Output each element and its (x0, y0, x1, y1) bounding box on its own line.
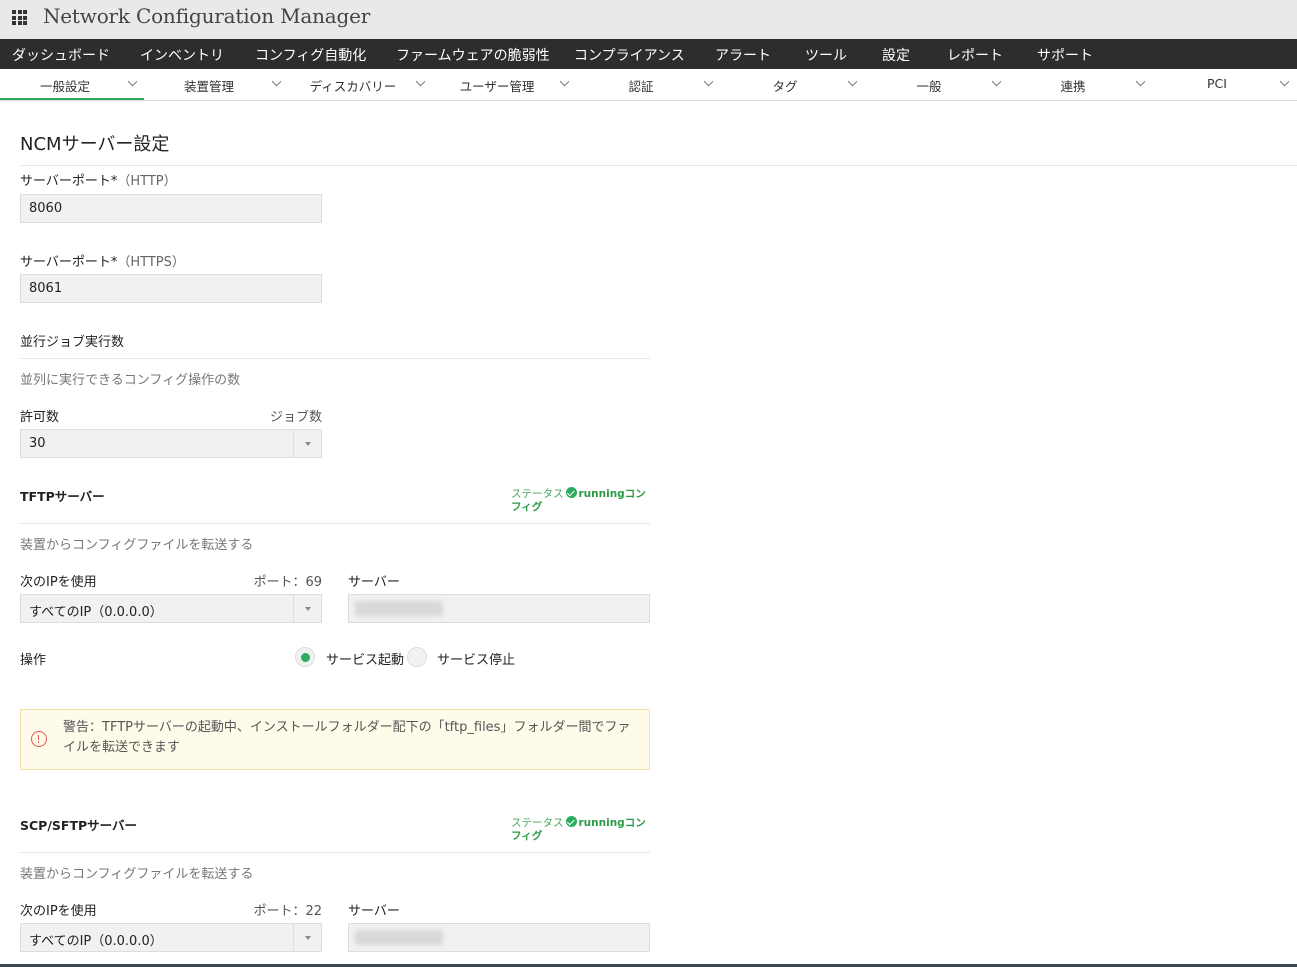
service-stop-radio[interactable] (407, 647, 427, 667)
tab-pci[interactable]: PCI (1152, 69, 1296, 100)
scp-ip-label: 次のIPを使用 (20, 904, 97, 919)
tab-label: 一般設定 (39, 79, 90, 94)
jobs-heading: 並行ジョブ実行数 (20, 335, 125, 350)
check-circle-icon (565, 487, 577, 498)
redacted-value (355, 930, 443, 945)
tftp-status: ステータス runningコンフィグ (511, 487, 651, 514)
redacted-value (355, 601, 443, 616)
scp-status: ステータス runningコンフィグ (511, 816, 651, 843)
tab-label: PCI (1207, 76, 1227, 91)
nav-item-compliance[interactable]: コンプライアンス (574, 45, 685, 65)
service-start-label[interactable]: サービス起動 (326, 649, 404, 668)
tftp-port-label: ポート：69 (253, 575, 322, 590)
nav-item-alerts[interactable]: アラート (715, 45, 771, 65)
tftp-server-label: サーバー (348, 575, 400, 590)
scp-ip-value: すべてのIP（0.0.0.0） (29, 934, 163, 949)
nav-item-support[interactable]: サポート (1037, 45, 1093, 65)
tab-label: ディスカバリー (309, 79, 397, 94)
service-start-radio[interactable] (295, 647, 315, 667)
tftp-operation-label: 操作 (20, 653, 47, 668)
tab-general-settings[interactable]: 一般設定 (0, 69, 144, 100)
scp-ip-select[interactable]: すべてのIP（0.0.0.0） (20, 923, 322, 952)
tab-label: ユーザー管理 (459, 79, 535, 94)
scp-status-label: ステータス (511, 817, 564, 829)
tftp-heading: TFTPサーバー (20, 489, 105, 504)
grid-icon[interactable] (12, 10, 27, 25)
job-count-label: ジョブ数 (269, 410, 322, 425)
tftp-warning-text: 警告：TFTPサーバーの起動中、インストールフォルダー配下の「tftp_file… (63, 720, 631, 755)
nav-item-firmware-vulnerability[interactable]: ファームウェアの脆弱性 (396, 45, 550, 65)
http-port-value: 8060 (29, 201, 63, 216)
caret-down-icon[interactable] (293, 595, 321, 622)
sub-nav: 一般設定 装置管理 ディスカバリー ユーザー管理 認証 タグ 一般 連携 PCI (0, 69, 1297, 101)
tab-label: 装置管理 (183, 79, 234, 94)
scp-description: 装置からコンフィグファイルを転送する (20, 867, 254, 882)
tftp-warning-box: 警告：TFTPサーバーの起動中、インストールフォルダー配下の「tftp_file… (20, 709, 650, 770)
allowed-count-label: 許可数 (20, 410, 60, 425)
nav-item-config-automation[interactable]: コンフィグ自動化 (255, 45, 366, 65)
http-port-label-paren: （HTTP） (117, 174, 177, 189)
divider (20, 523, 650, 524)
divider (20, 852, 650, 853)
scp-heading: SCP/SFTPサーバー (20, 818, 138, 833)
nav-item-settings[interactable]: 設定 (882, 45, 910, 65)
nav-item-reports[interactable]: レポート (947, 45, 1003, 65)
https-port-input[interactable]: 8061 (20, 274, 322, 303)
tab-device-management[interactable]: 装置管理 (144, 69, 288, 100)
nav-item-tools[interactable]: ツール (805, 45, 847, 65)
https-port-label-text: サーバーポート* (20, 255, 118, 270)
tftp-ip-label: 次のIPを使用 (20, 575, 97, 590)
title-bar: Network Configuration Manager (0, 0, 1297, 39)
https-port-label-paren: （HTTPS） (117, 255, 185, 270)
tftp-ip-select[interactable]: すべてのIP（0.0.0.0） (20, 594, 322, 623)
tab-label: 連携 (1060, 79, 1086, 94)
tab-label: 認証 (628, 79, 654, 94)
tab-integration[interactable]: 連携 (1008, 69, 1152, 100)
tftp-description: 装置からコンフィグファイルを転送する (20, 538, 254, 553)
caret-down-icon[interactable] (293, 430, 321, 457)
tftp-ip-value: すべてのIP（0.0.0.0） (29, 605, 163, 620)
allowed-count-select[interactable]: 30 (20, 429, 322, 458)
scp-port-label: ポート：22 (253, 904, 322, 919)
nav-item-inventory[interactable]: インベントリ (140, 45, 224, 65)
page-title: NCMサーバー設定 (20, 134, 170, 155)
tab-general[interactable]: 一般 (864, 69, 1008, 100)
tftp-status-label: ステータス (511, 488, 564, 500)
tab-user-management[interactable]: ユーザー管理 (432, 69, 576, 100)
tab-discovery[interactable]: ディスカバリー (288, 69, 432, 100)
app-title: Network Configuration Manager (43, 4, 371, 28)
scp-server-label: サーバー (348, 904, 400, 919)
http-port-label: サーバーポート*（HTTP） (20, 170, 177, 189)
service-stop-label[interactable]: サービス停止 (437, 649, 515, 668)
https-port-label: サーバーポート*（HTTPS） (20, 251, 185, 270)
main-nav: ダッシュボード インベントリ コンフィグ自動化 ファームウェアの脆弱性 コンプラ… (0, 39, 1297, 69)
scp-server-input[interactable] (348, 923, 650, 952)
divider (20, 358, 650, 359)
http-port-label-text: サーバーポート* (20, 174, 118, 189)
tftp-server-input[interactable] (348, 594, 650, 623)
jobs-description: 並列に実行できるコンフィグ操作の数 (20, 373, 241, 388)
tab-authentication[interactable]: 認証 (576, 69, 720, 100)
tab-tags[interactable]: タグ (720, 69, 864, 100)
divider (20, 165, 1297, 166)
http-port-input[interactable]: 8060 (20, 194, 322, 223)
tab-label: タグ (772, 79, 798, 94)
caret-down-icon[interactable] (293, 924, 321, 951)
nav-item-dashboard[interactable]: ダッシュボード (12, 45, 110, 65)
https-port-value: 8061 (29, 281, 63, 296)
allowed-count-value: 30 (29, 436, 46, 451)
exclamation-circle-icon (31, 731, 47, 747)
check-circle-icon (565, 816, 577, 827)
tab-label: 一般 (916, 79, 942, 94)
